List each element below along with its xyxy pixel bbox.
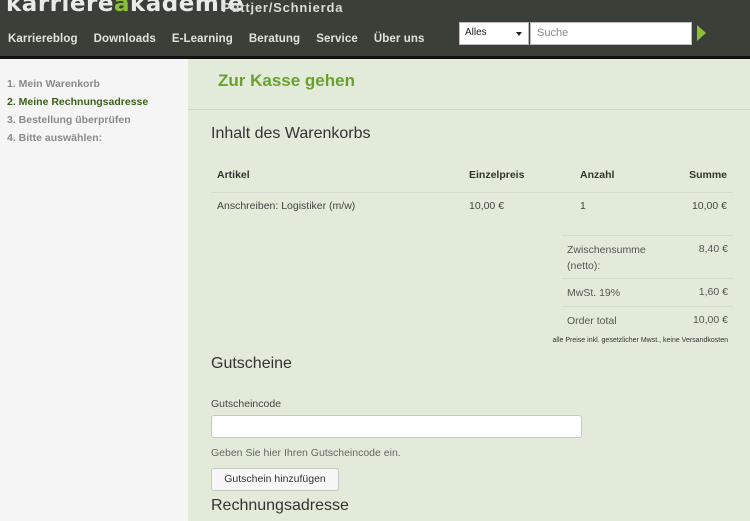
- step-bestellung-pruefen[interactable]: 3. Bestellung überprüfen: [7, 114, 131, 126]
- totals-divider: [562, 306, 733, 307]
- title-divider: [188, 109, 750, 110]
- cell-artikel: Anschreiben: Logistiker (m/w): [217, 200, 356, 212]
- vat-value: 1,60 €: [698, 286, 728, 298]
- cart-heading: Inhalt des Warenkorbs: [211, 125, 371, 142]
- site-logo[interactable]: karriereakademie: [6, 0, 244, 17]
- logo-subtitle: Püttjer/Schnierda: [222, 0, 344, 15]
- coupon-help-text: Geben Sie hier Ihren Gutscheincode ein.: [211, 447, 401, 459]
- site-header: karriereakademie Püttjer/Schnierda Karri…: [0, 0, 750, 59]
- chevron-down-icon: [516, 32, 522, 36]
- add-coupon-button[interactable]: Gutschein hinzufügen: [211, 468, 339, 491]
- vat-note: alle Preise inkl. gesetzlicher Mwst., ke…: [552, 337, 728, 344]
- checkout-steps-sidebar: 1. Mein Warenkorb 2. Meine Rechnungsadre…: [0, 59, 188, 521]
- nav-ueber-uns[interactable]: Über uns: [374, 33, 425, 45]
- search-scope-select[interactable]: Alles: [459, 22, 529, 45]
- nav-downloads[interactable]: Downloads: [94, 33, 156, 45]
- total-value: 10,00 €: [692, 314, 728, 326]
- page-title: Zur Kasse gehen: [218, 71, 355, 90]
- step-auswaehlen[interactable]: 4. Bitte auswählen:: [7, 132, 102, 144]
- step-warenkorb[interactable]: 1. Mein Warenkorb: [7, 78, 100, 90]
- nav-beratung[interactable]: Beratung: [249, 33, 300, 45]
- col-header-anzahl: Anzahl: [580, 169, 615, 181]
- checkout-main: Zur Kasse gehen Inhalt des Warenkorbs Ar…: [188, 59, 750, 521]
- search-input[interactable]: Suche: [530, 22, 692, 45]
- subtotal-value: 8,40 €: [698, 243, 728, 255]
- col-header-einzelpreis: Einzelpreis: [469, 169, 525, 181]
- totals-divider: [562, 278, 733, 279]
- search-arrow-icon[interactable]: [697, 25, 706, 41]
- main-nav: Karriereblog Downloads E-Learning Beratu…: [8, 33, 440, 45]
- vat-label: MwSt. 19%: [567, 287, 621, 299]
- coupon-heading: Gutscheine: [211, 355, 292, 372]
- nav-karriereblog[interactable]: Karriereblog: [8, 33, 78, 45]
- nav-e-learning[interactable]: E-Learning: [172, 33, 233, 45]
- nav-service[interactable]: Service: [316, 33, 358, 45]
- cell-einzelpreis: 10,00 €: [469, 200, 505, 212]
- cell-summe: 10,00 €: [691, 200, 727, 212]
- col-header-summe: Summe: [689, 169, 727, 181]
- cell-anzahl: 1: [580, 200, 586, 212]
- table-header-divider: [211, 192, 733, 193]
- billing-heading: Rechnungsadresse: [211, 497, 349, 514]
- coupon-code-label: Gutscheincode: [211, 398, 282, 410]
- total-label: Order total: [567, 315, 617, 327]
- step-rechnungsadresse[interactable]: 2. Meine Rechnungsadresse: [7, 96, 148, 108]
- coupon-code-input[interactable]: [211, 415, 582, 438]
- subtotal-label: Zwischensumme (netto):: [567, 244, 646, 272]
- col-header-artikel: Artikel: [217, 169, 250, 181]
- totals-divider: [562, 235, 733, 236]
- search-scope-value: Alles: [465, 27, 487, 38]
